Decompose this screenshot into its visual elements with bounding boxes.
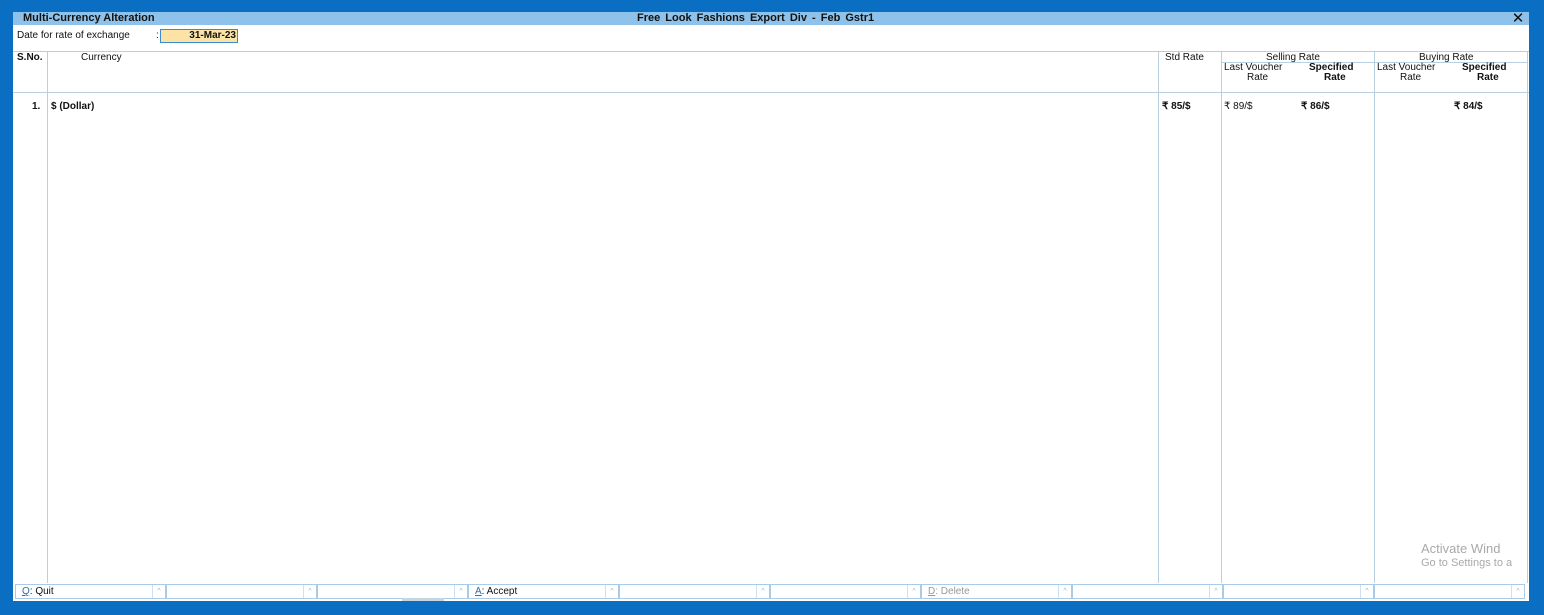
header-std-rate: Std Rate bbox=[1165, 52, 1204, 63]
chevron-up-icon: ^ bbox=[152, 585, 165, 598]
accept-key: A bbox=[475, 586, 482, 597]
row-sno: 1. bbox=[32, 101, 41, 112]
header-currency: Currency bbox=[81, 52, 122, 63]
chevron-up-icon: ^ bbox=[454, 585, 467, 598]
chevron-up-icon: ^ bbox=[303, 585, 316, 598]
header-sno: S.No. bbox=[17, 52, 43, 63]
footer-button-3[interactable]: ^ bbox=[317, 584, 468, 599]
quit-label: : Quit bbox=[29, 586, 54, 597]
close-icon[interactable]: ✕ bbox=[1511, 12, 1525, 26]
watermark-line-1: Activate Wind bbox=[1421, 541, 1501, 556]
accept-label: : Accept bbox=[481, 586, 518, 597]
quit-button[interactable]: Q: Quit ^ bbox=[15, 584, 166, 599]
header-buying-specified-rate: Rate bbox=[1477, 72, 1499, 83]
footer-button-6[interactable]: ^ bbox=[770, 584, 921, 599]
chevron-up-icon: ^ bbox=[907, 585, 920, 598]
window-title: Multi-Currency Alteration bbox=[23, 12, 155, 24]
activate-windows-watermark: Activate Wind Go to Settings to a bbox=[1421, 542, 1512, 570]
row-selling-last-voucher: ₹ 89/$ bbox=[1224, 101, 1253, 112]
header-selling-specified-rate: Rate bbox=[1324, 72, 1346, 83]
row-std-rate[interactable]: ₹ 85/$ bbox=[1162, 101, 1191, 113]
table-header-border bbox=[13, 92, 1529, 93]
delete-button[interactable]: D: Delete ^ bbox=[921, 584, 1072, 599]
column-divider-currency bbox=[1158, 51, 1159, 583]
button-bar: Q: Quit ^ ^ ^ A: Accept ^ ^ ^ D: Delete … bbox=[13, 583, 1529, 601]
date-colon: : bbox=[156, 30, 159, 41]
chevron-up-icon: ^ bbox=[1058, 585, 1071, 598]
scrollbar-thumb[interactable] bbox=[402, 598, 444, 601]
column-divider-sno bbox=[47, 51, 48, 583]
row-buying-specified[interactable]: ₹ 84/$ bbox=[1454, 101, 1483, 113]
company-title: Free Look Fashions Export Div - Feb Gstr… bbox=[637, 12, 875, 24]
row-currency[interactable]: $ (Dollar) bbox=[51, 101, 94, 113]
accept-button[interactable]: A: Accept ^ bbox=[468, 584, 619, 599]
chevron-up-icon: ^ bbox=[756, 585, 769, 598]
date-input[interactable]: 31-Mar-23 bbox=[160, 29, 238, 43]
header-selling-last-voucher-rate: Rate bbox=[1247, 72, 1269, 83]
footer-button-9[interactable]: ^ bbox=[1223, 584, 1374, 599]
footer-button-5[interactable]: ^ bbox=[619, 584, 770, 599]
chevron-up-icon: ^ bbox=[605, 585, 618, 598]
delete-label: : Delete bbox=[935, 586, 970, 597]
column-divider-std-rate bbox=[1221, 51, 1222, 583]
date-label: Date for rate of exchange bbox=[17, 30, 130, 41]
chevron-up-icon: ^ bbox=[1511, 585, 1524, 598]
header-buying-last-voucher-rate: Rate bbox=[1400, 72, 1422, 83]
column-divider-selling-rate bbox=[1374, 51, 1375, 583]
chevron-up-icon: ^ bbox=[1209, 585, 1222, 598]
row-selling-specified[interactable]: ₹ 86/$ bbox=[1301, 101, 1330, 113]
chevron-up-icon: ^ bbox=[1360, 585, 1373, 598]
multi-currency-alteration-window: Multi-Currency Alteration Free Look Fash… bbox=[13, 12, 1529, 601]
footer-button-10[interactable]: ^ bbox=[1374, 584, 1525, 599]
quit-key: Q bbox=[22, 586, 30, 597]
column-divider-buying-rate bbox=[1527, 51, 1528, 583]
watermark-line-2: Go to Settings to a bbox=[1421, 557, 1513, 569]
footer-button-2[interactable]: ^ bbox=[166, 584, 317, 599]
footer-button-8[interactable]: ^ bbox=[1072, 584, 1223, 599]
title-bar: Multi-Currency Alteration Free Look Fash… bbox=[13, 12, 1529, 26]
